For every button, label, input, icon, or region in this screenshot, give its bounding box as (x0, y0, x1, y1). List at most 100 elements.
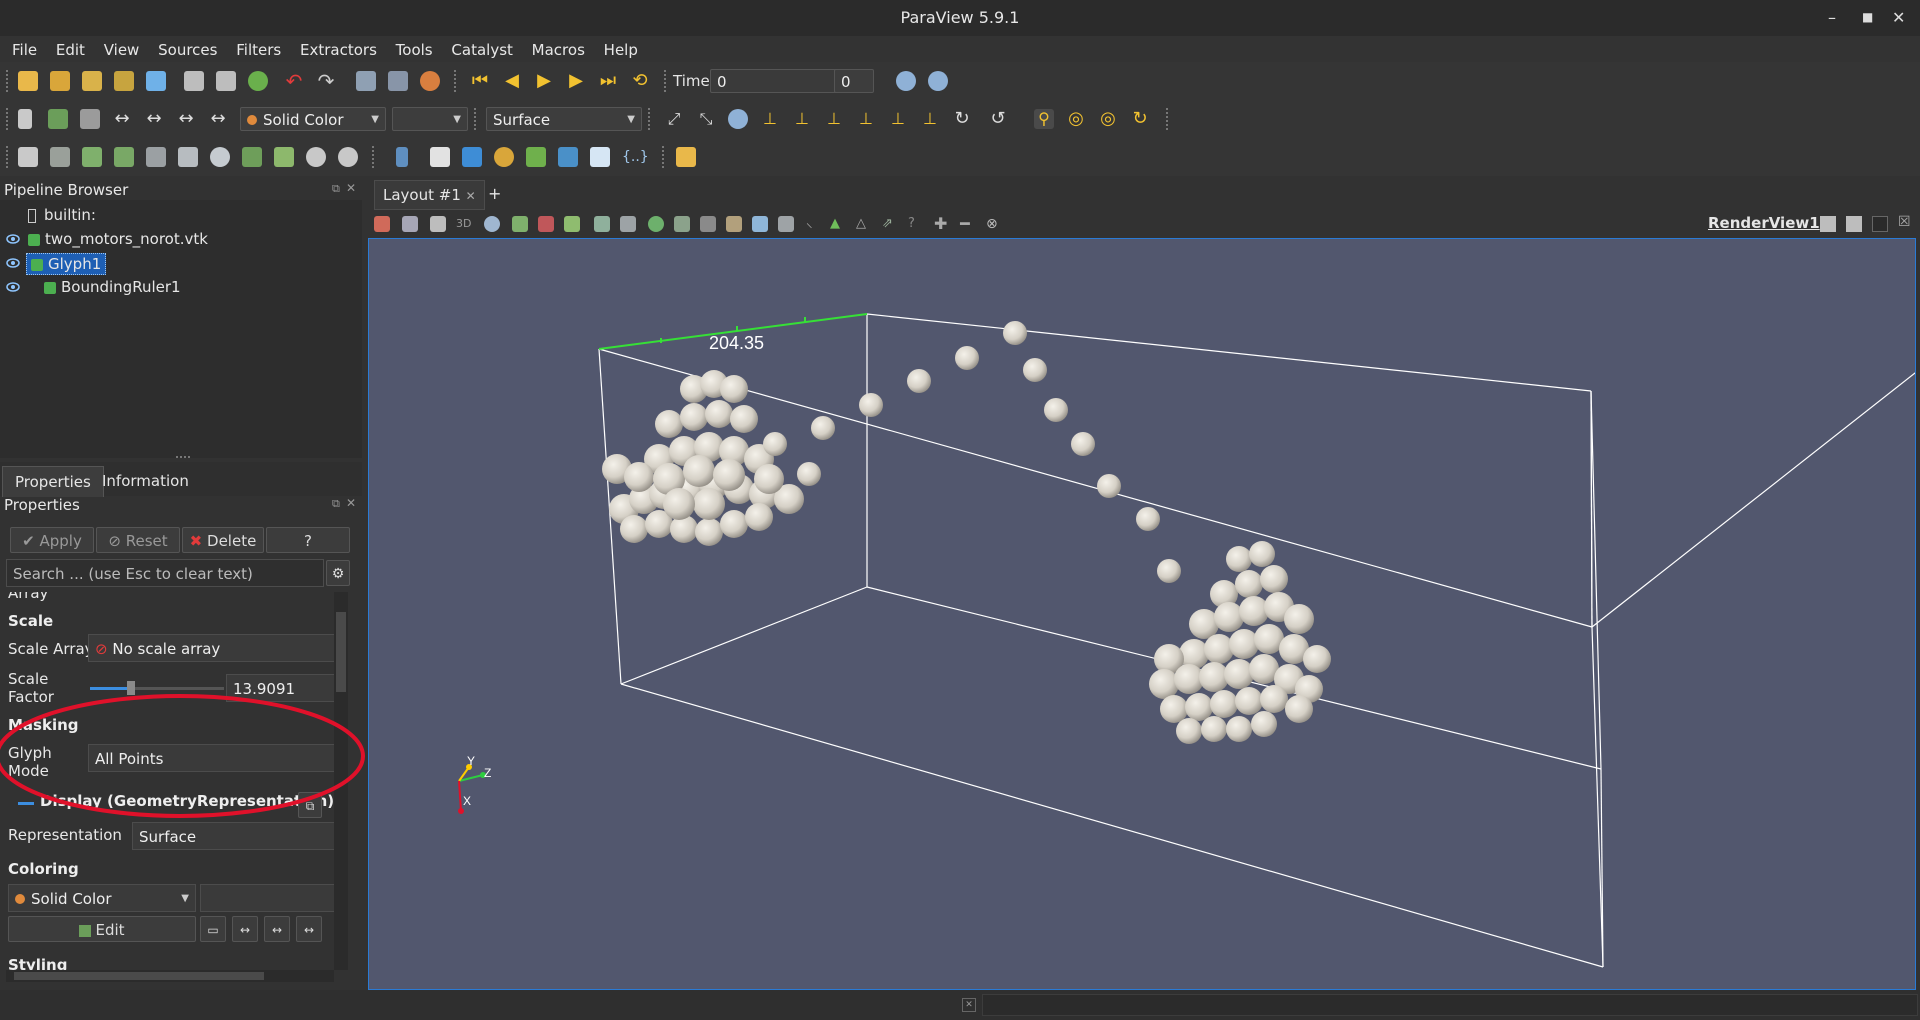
open-folder-icon[interactable] (50, 71, 70, 91)
menu-macros[interactable]: Macros (532, 36, 585, 64)
warp-vector-icon[interactable] (274, 147, 294, 167)
add-selection-icon[interactable]: ✚ (934, 216, 950, 232)
extract-subset-icon[interactable] (178, 147, 198, 167)
close-icon[interactable]: ✕ (1892, 8, 1905, 27)
toolbar-grip[interactable] (664, 70, 670, 92)
select-points-on-icon[interactable] (538, 216, 554, 232)
pipeline-item-glyph1[interactable]: Glyph1 (0, 252, 362, 275)
maximize-icon[interactable]: ■ (1862, 10, 1873, 24)
toolbar-grip[interactable] (372, 146, 378, 168)
split-vertical-icon[interactable] (1846, 216, 1862, 232)
menu-filters[interactable]: Filters (236, 36, 281, 64)
view-minus-z-icon[interactable]: ⊥ (920, 109, 940, 129)
rescale-custom-range-icon[interactable]: ↔ (264, 916, 290, 942)
help-button[interactable]: ? (266, 527, 350, 553)
zoom-to-data-icon[interactable] (896, 71, 916, 91)
clear-status-icon[interactable]: ✕ (962, 998, 976, 1012)
zoom-to-box-icon[interactable] (728, 109, 748, 129)
grow-selection-icon[interactable]: ▲ (830, 216, 846, 232)
slice-icon[interactable] (114, 147, 134, 167)
select-polygon-icon[interactable] (594, 216, 610, 232)
clear-selection-icon[interactable]: ⊗ (986, 216, 1002, 232)
menu-edit[interactable]: Edit (56, 36, 85, 64)
maximize-view-icon[interactable] (1872, 216, 1888, 232)
eye-icon[interactable] (6, 232, 20, 246)
coloring-combo[interactable]: Solid Color ▼ (240, 107, 386, 131)
menu-sources[interactable]: Sources (158, 36, 217, 64)
hover-cells-icon[interactable] (674, 216, 690, 232)
select-points-icon[interactable] (402, 216, 418, 232)
color-palette-icon[interactable] (420, 71, 440, 91)
eye-icon[interactable] (6, 256, 20, 270)
view-plus-x-icon[interactable]: ⊥ (760, 109, 780, 129)
delete-button[interactable]: ✖ Delete (182, 527, 264, 553)
first-frame-icon[interactable]: ⏮ (470, 71, 490, 91)
scrollbar-thumb[interactable] (336, 612, 346, 692)
tab-layout-1[interactable]: Layout #1 ✕ (374, 180, 485, 210)
programmable-filter-icon[interactable]: {..} (622, 147, 649, 167)
toolbar-grip[interactable] (1166, 108, 1172, 130)
toolbar-grip[interactable] (454, 70, 460, 92)
split-horizontal-icon[interactable] (1820, 216, 1836, 232)
view-name-label[interactable]: RenderView1 (1708, 214, 1820, 232)
menu-tools[interactable]: Tools (396, 36, 433, 64)
toggle-3d-icon[interactable]: 3D (456, 216, 476, 232)
dock-float-icon[interactable]: ⧉ (332, 182, 340, 196)
contour-icon[interactable] (50, 147, 70, 167)
edit-color-button[interactable]: Edit (8, 916, 196, 942)
properties-search-input[interactable]: Search ... (use Esc to clear text) (6, 559, 324, 587)
pick-center-icon[interactable]: ◎ (1066, 109, 1086, 129)
coloring-combo-panel[interactable]: Solid Color ▼ (8, 884, 196, 912)
menu-extractors[interactable]: Extractors (300, 36, 377, 64)
eye-icon[interactable] (6, 280, 20, 294)
toolbar-grip[interactable] (6, 146, 12, 168)
shapes-icon[interactable] (48, 109, 68, 129)
render-viewport[interactable]: 204.35 Y Z X (368, 238, 1920, 990)
select-polygon-points-icon[interactable] (620, 216, 636, 232)
select-cells-icon[interactable] (374, 216, 390, 232)
plot-selection-icon[interactable] (558, 147, 578, 167)
find-data-icon[interactable] (752, 216, 768, 232)
rescale-range-icon[interactable]: ↔ (232, 916, 258, 942)
undo-icon[interactable]: ↶ (284, 71, 304, 91)
reset-camera-icon[interactable]: ⤢ (664, 109, 684, 129)
render-canvas[interactable]: 204.35 Y Z X (369, 239, 1920, 989)
clip-icon[interactable] (82, 147, 102, 167)
next-frame-icon[interactable]: ▶ (566, 71, 586, 91)
rotation-center-icon[interactable]: ↻ (1130, 109, 1150, 129)
subtract-selection-icon[interactable]: ━ (960, 216, 976, 232)
pipeline-item-two-motors[interactable]: two_motors_norot.vtk (0, 228, 362, 250)
last-frame-icon[interactable]: ⏭ (598, 71, 618, 91)
splitter-handle[interactable] (176, 456, 190, 458)
toolbar-grip[interactable] (648, 108, 654, 130)
open-icon[interactable] (18, 71, 38, 91)
python-calculator-icon[interactable] (494, 147, 514, 167)
reset-button[interactable]: ⊘ Reset (96, 527, 180, 553)
component-combo[interactable]: ▼ (392, 107, 468, 131)
loop-icon[interactable]: ⟲ (630, 71, 650, 91)
view-plus-y-icon[interactable]: ⊥ (824, 109, 844, 129)
rotate-plus-90-icon[interactable]: ↻ (952, 109, 972, 129)
toolbar-grip[interactable] (6, 108, 12, 130)
menu-help[interactable]: Help (604, 36, 638, 64)
load-state-icon[interactable] (216, 71, 236, 91)
dock-float-icon[interactable]: ⧉ (332, 497, 340, 511)
save-data-icon[interactable] (82, 71, 102, 91)
rescale-custom-icon[interactable]: ↔ (144, 109, 164, 129)
extract-selection-icon[interactable] (778, 216, 794, 232)
tab-properties[interactable]: Properties (2, 466, 104, 497)
pick-icon[interactable]: ⸜ (806, 216, 822, 232)
select-cells-on-icon[interactable] (512, 216, 528, 232)
toolbar-grip[interactable] (474, 108, 480, 130)
interactive-select-icon[interactable] (648, 216, 664, 232)
close-view-icon[interactable]: ☒ (1898, 214, 1911, 230)
threshold-icon[interactable] (146, 147, 166, 167)
color-legend-icon[interactable]: ▭ (200, 916, 226, 942)
histogram-icon[interactable] (462, 147, 482, 167)
plot-data-icon[interactable] (526, 147, 546, 167)
tab-information[interactable]: Information (90, 466, 201, 496)
save-state-icon[interactable] (184, 71, 204, 91)
edit-color-map-icon[interactable] (80, 109, 100, 129)
disconnect-icon[interactable] (146, 71, 166, 91)
annotate-icon[interactable] (430, 147, 450, 167)
